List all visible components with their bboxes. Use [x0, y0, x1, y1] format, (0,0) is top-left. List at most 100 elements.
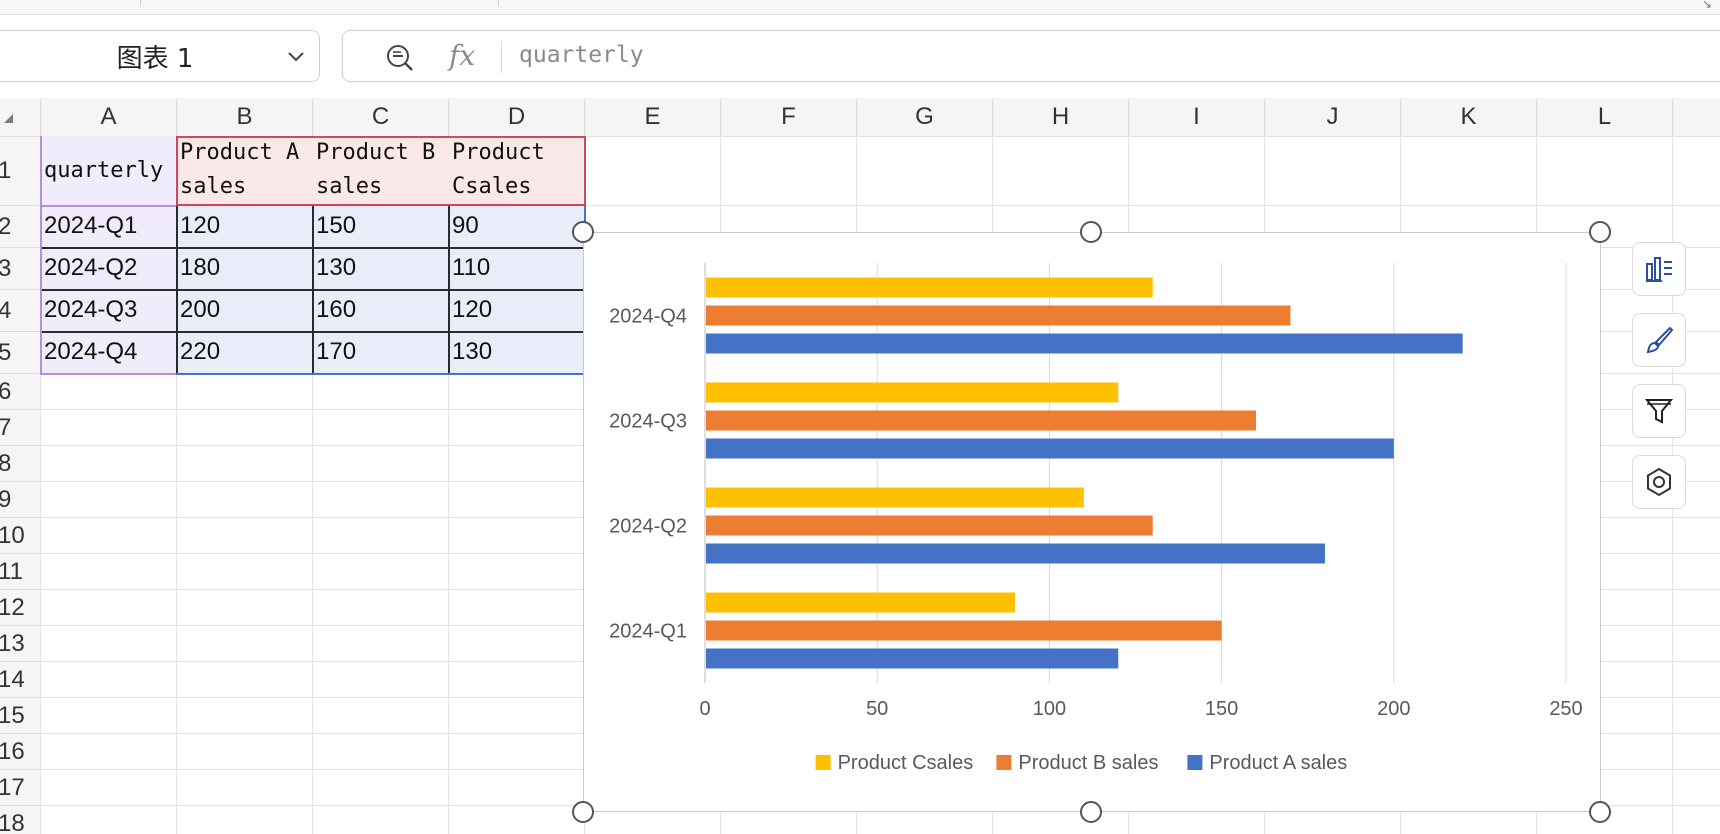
chart-area[interactable]: 0 50 100 150 200 250 2024-Q1 2024-Q2 2024-Q3 2024…	[583, 232, 1601, 812]
resize-handle-bottom[interactable]	[1080, 801, 1102, 823]
row-header-17[interactable]: 17	[0, 769, 40, 805]
range-border-a	[40, 136, 42, 373]
formula-bar[interactable]: fx quarterly	[342, 30, 1720, 82]
row-header-3[interactable]: 3	[0, 247, 40, 289]
cell-d2[interactable]: 90	[448, 205, 584, 247]
row-header-label: 1	[0, 157, 12, 184]
chart-elements-button[interactable]	[1632, 242, 1686, 296]
x-tick-label: 200	[1377, 698, 1410, 720]
row-header-15[interactable]: 15	[0, 697, 40, 733]
column-header-h[interactable]: H	[992, 98, 1128, 136]
cell-a5[interactable]: 2024-Q4	[40, 331, 176, 373]
cell-border	[448, 205, 450, 373]
cell-a3[interactable]: 2024-Q2	[40, 247, 176, 289]
column-header-e[interactable]: E	[584, 98, 720, 136]
chart-settings-button[interactable]	[1632, 455, 1686, 509]
row-header-6[interactable]: 6	[0, 373, 40, 409]
legend-swatch	[815, 755, 831, 770]
column-header-a[interactable]: A	[40, 98, 176, 136]
bar-product-b-sales-2024-q3	[706, 410, 1257, 431]
x-tick-label: 150	[1205, 698, 1238, 720]
chart-filter-button[interactable]	[1632, 384, 1686, 438]
column-header-j[interactable]: J	[1264, 98, 1400, 136]
chart-style-button[interactable]	[1632, 313, 1686, 367]
column-header-b[interactable]: B	[176, 98, 312, 136]
resize-handle-top[interactable]	[1080, 221, 1102, 243]
cell-b3[interactable]: 180	[176, 247, 312, 289]
column-header-next[interactable]	[1672, 98, 1720, 136]
column-header-d[interactable]: D	[448, 98, 584, 136]
resize-handle-bottom-left[interactable]	[572, 801, 594, 823]
cell-c4[interactable]: 160	[312, 289, 448, 331]
range-border-values	[176, 373, 584, 375]
column-header-l[interactable]: L	[1536, 98, 1672, 136]
row-header-11[interactable]: 11	[0, 553, 40, 589]
cell-c5[interactable]: 170	[312, 331, 448, 373]
cell-d3[interactable]: 110	[448, 247, 584, 289]
resize-icon[interactable]: ↘	[1702, 0, 1712, 11]
name-box[interactable]: 图表 1	[0, 30, 320, 82]
bar-product-csales-2024-q3	[706, 382, 1119, 403]
top-strip-divider	[498, 0, 499, 6]
chevron-down-icon[interactable]	[285, 45, 307, 67]
category-label: 2024-Q1	[609, 621, 687, 643]
column-header-i[interactable]: I	[1128, 98, 1264, 136]
column-header-k[interactable]: K	[1400, 98, 1536, 136]
row-header-label: 17	[0, 773, 25, 801]
cell-border	[176, 205, 178, 373]
row-header-4[interactable]: 4	[0, 289, 40, 331]
legend-label: Product B sales	[1018, 752, 1158, 774]
row-header-1[interactable]: 1	[0, 136, 40, 205]
fx-icon[interactable]: fx	[449, 39, 475, 72]
row-header-16[interactable]: 16	[0, 733, 40, 769]
row-header-10[interactable]: 10	[0, 517, 40, 553]
row-header-8[interactable]: 8	[0, 445, 40, 481]
row-header-2[interactable]: 2	[0, 205, 40, 247]
column-header-f[interactable]: F	[720, 98, 856, 136]
cell-c2[interactable]: 150	[312, 205, 448, 247]
row-header-label: 6	[0, 377, 12, 405]
select-all-corner[interactable]	[0, 98, 40, 136]
row-header-18[interactable]: 18	[0, 805, 40, 834]
cell-d5[interactable]: 130	[448, 331, 584, 373]
resize-handle-top-left[interactable]	[572, 221, 594, 243]
row-header-label: 14	[0, 665, 25, 693]
row-header-7[interactable]: 7	[0, 409, 40, 445]
bar-product-b-sales-2024-q2	[706, 515, 1153, 536]
formula-input[interactable]: quarterly	[519, 42, 644, 68]
chart-settings-icon	[1647, 467, 1671, 497]
zoom-out-icon[interactable]	[385, 43, 415, 73]
range-border-header	[176, 136, 584, 138]
cell-c3[interactable]: 130	[312, 247, 448, 289]
resize-handle-bottom-right[interactable]	[1589, 801, 1611, 823]
row-header-5[interactable]: 5	[0, 331, 40, 373]
row-header-13[interactable]: 13	[0, 625, 40, 661]
column-header-g[interactable]: G	[856, 98, 992, 136]
resize-handle-top-right[interactable]	[1589, 221, 1611, 243]
row-header-14[interactable]: 14	[0, 661, 40, 697]
cell-a4[interactable]: 2024-Q3	[40, 289, 176, 331]
row-header-label: 15	[0, 701, 25, 729]
row-header-12[interactable]: 12	[0, 589, 40, 625]
x-tick-label: 0	[699, 698, 710, 720]
bar-product-a-sales-2024-q2	[706, 543, 1325, 564]
cell-a1[interactable]: quarterly	[40, 136, 176, 205]
cell-b1[interactable]: Product A sales	[176, 136, 312, 205]
bar-product-csales-2024-q4	[706, 277, 1153, 298]
cell-d4[interactable]: 120	[448, 289, 584, 331]
cell-b4[interactable]: 200	[176, 289, 312, 331]
row-header-9[interactable]: 9	[0, 481, 40, 517]
chart-style-icon	[1646, 326, 1674, 354]
cell-c1[interactable]: Product B sales	[312, 136, 448, 205]
cell-b5[interactable]: 220	[176, 331, 312, 373]
column-header-c[interactable]: C	[312, 98, 448, 136]
row-header-label: 16	[0, 737, 25, 765]
cell-a2[interactable]: 2024-Q1	[40, 205, 176, 247]
bar-product-b-sales-2024-q1	[706, 620, 1222, 641]
cell-d1[interactable]: Product Csales	[448, 136, 584, 205]
range-border-a	[40, 373, 176, 375]
range-border-header	[584, 136, 586, 205]
cell-b2[interactable]: 120	[176, 205, 312, 247]
x-tick-label: 100	[1033, 698, 1066, 720]
x-tick-label: 250	[1549, 698, 1582, 720]
